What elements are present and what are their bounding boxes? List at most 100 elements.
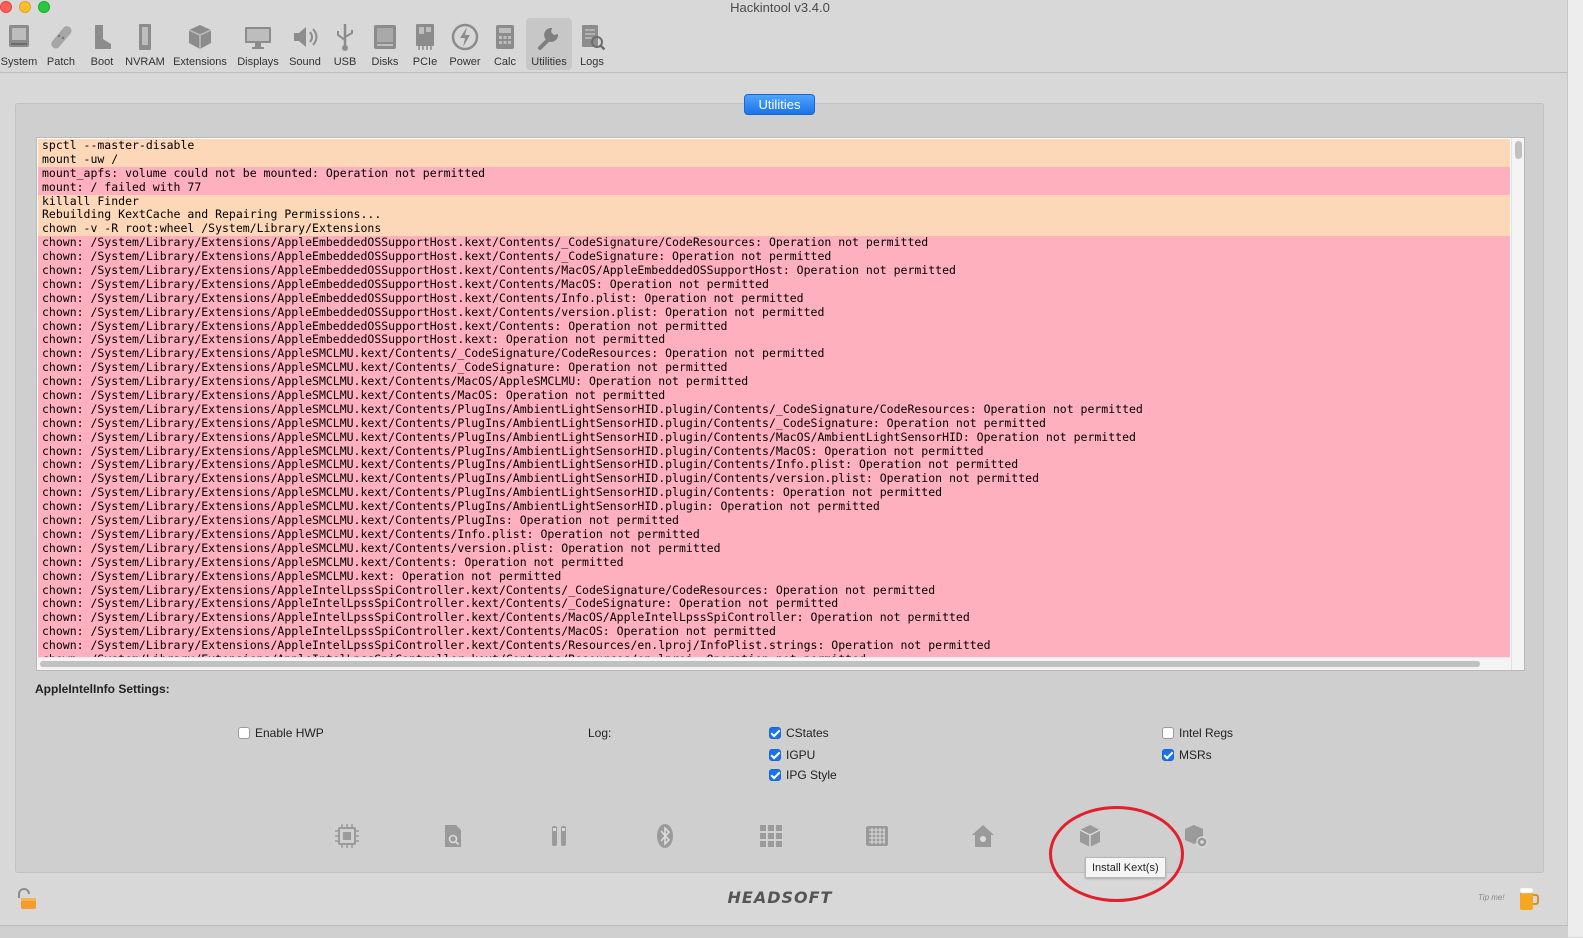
- ipg-style-checkbox[interactable]: IPG Style: [769, 768, 837, 782]
- displays-icon: [245, 27, 271, 49]
- toolbar-item-patch[interactable]: Patch: [42, 18, 80, 70]
- memory-chip-icon[interactable]: [863, 822, 891, 850]
- patch-icon: [51, 26, 72, 49]
- usb-ports-icon[interactable]: [545, 822, 573, 850]
- cstates-box[interactable]: [769, 727, 781, 739]
- toolbar-divider: [0, 72, 1568, 73]
- unlock-icon[interactable]: [14, 887, 40, 913]
- bluetooth-icon[interactable]: [651, 822, 679, 850]
- console-line: killall Finder: [38, 194, 1510, 209]
- enable-hwp-box[interactable]: [238, 727, 250, 739]
- console-line: chown: /System/Library/Extensions/AppleE…: [38, 264, 1510, 278]
- cpu-icon[interactable]: [333, 822, 361, 850]
- console-line: chown: /System/Library/Extensions/AppleI…: [38, 611, 1510, 626]
- toolbar-item-calc[interactable]: Calc: [487, 18, 523, 70]
- boot-icon: [95, 25, 111, 49]
- extensions-icon: [188, 25, 212, 49]
- cstates-checkbox[interactable]: CStates: [769, 726, 829, 740]
- title-bar: Hackintool v3.4.0: [0, 0, 1583, 16]
- beer-icon[interactable]: [1516, 883, 1540, 913]
- log-label: Log:: [588, 726, 612, 740]
- calc-icon: [496, 25, 514, 49]
- msrs-box[interactable]: [1162, 749, 1174, 761]
- console-line: chown: /System/Library/Extensions/AppleS…: [38, 347, 1510, 362]
- settings-title: AppleIntelInfo Settings:: [35, 682, 170, 696]
- console-line: chown: /System/Library/Extensions/AppleS…: [38, 458, 1510, 473]
- kext-settings-icon[interactable]: [1182, 822, 1210, 850]
- highlight-circle: [1049, 806, 1184, 902]
- console-line: mount -uw /: [38, 152, 1510, 167]
- console-line: chown: /System/Library/Extensions/AppleS…: [38, 527, 1510, 542]
- intel-regs-box[interactable]: [1162, 727, 1174, 739]
- console-line: chown: /System/Library/Extensions/AppleE…: [38, 250, 1510, 265]
- console-line: chown: /System/Library/Extensions/AppleS…: [38, 389, 1510, 403]
- disk-search-icon[interactable]: [439, 822, 467, 850]
- console-line: chown: /System/Library/Extensions/AppleS…: [38, 375, 1510, 390]
- toolbar-item-boot[interactable]: Boot: [84, 18, 120, 70]
- grid-icon[interactable]: [757, 822, 785, 850]
- igpu-label: IGPU: [786, 748, 816, 762]
- console-line: Rebuilding KextCache and Repairing Permi…: [38, 208, 1510, 223]
- toolbar-item-disks[interactable]: Disks: [366, 18, 404, 70]
- console-line: chown: /System/Library/Extensions/AppleS…: [38, 472, 1510, 487]
- toolbar-item-usb[interactable]: USB: [328, 18, 362, 70]
- toolbar: System Patch Boot NVRAM Extensions Displ…: [0, 16, 1583, 72]
- horizontal-scroll-thumb[interactable]: [40, 661, 1480, 667]
- console-line: chown: /System/Library/Extensions/AppleS…: [38, 514, 1510, 528]
- logs-icon: [582, 25, 606, 51]
- console-line: chown: /System/Library/Extensions/AppleI…: [38, 625, 1510, 640]
- toolbar-item-logs[interactable]: Logs: [575, 18, 609, 70]
- console-line: chown: /System/Library/Extensions/AppleS…: [38, 416, 1510, 431]
- window-title: Hackintool v3.4.0: [730, 0, 830, 15]
- igpu-box[interactable]: [769, 749, 781, 761]
- bottom-edge: [0, 925, 1568, 938]
- igpu-checkbox[interactable]: IGPU: [769, 748, 815, 762]
- home-icon[interactable]: [969, 822, 997, 850]
- usb-icon: [337, 24, 353, 51]
- toolbar-item-system[interactable]: System: [0, 18, 38, 70]
- console-line: chown: /System/Library/Extensions/AppleI…: [38, 639, 1510, 653]
- console-output[interactable]: spctl --master-disable mount -uw / mount_a…: [36, 137, 1525, 671]
- window-edge: [1567, 0, 1583, 937]
- console-line: chown: /System/Library/Extensions/AppleE…: [38, 236, 1510, 251]
- console-line: chown -v -R root:wheel /System/Library/E…: [38, 222, 1510, 237]
- console-line: chown: /System/Library/Extensions/AppleS…: [38, 444, 1510, 459]
- ipg-style-box[interactable]: [769, 769, 781, 781]
- toolbar-item-nvram[interactable]: NVRAM: [123, 18, 167, 70]
- utilities-icon: [538, 27, 559, 50]
- toolbar-item-displays[interactable]: Displays: [234, 18, 282, 70]
- vertical-scroll-thumb[interactable]: [1515, 141, 1522, 159]
- cstates-label: CStates: [786, 726, 829, 740]
- console-line: chown: /System/Library/Extensions/AppleE…: [38, 319, 1510, 334]
- console-line: chown: /System/Library/Extensions/AppleE…: [38, 333, 1510, 348]
- console-line: chown: /System/Library/Extensions/AppleS…: [38, 361, 1510, 376]
- console-line: chown: /System/Library/Extensions/AppleE…: [38, 291, 1510, 306]
- intel-regs-label: Intel Regs: [1179, 726, 1234, 740]
- intel-regs-checkbox[interactable]: Intel Regs: [1162, 726, 1233, 740]
- console-line: chown: /System/Library/Extensions/AppleI…: [38, 583, 1510, 598]
- console-line: chown: /System/Library/Extensions/AppleS…: [38, 555, 1510, 570]
- headsoft-logo: HEADSOFT: [727, 888, 833, 907]
- toolbar-item-pcie[interactable]: PCIe: [407, 18, 443, 70]
- console-vertical-scrollbar[interactable]: [1511, 138, 1524, 670]
- console-lines: spctl --master-disable mount -uw / mount_a…: [38, 139, 1510, 667]
- enable-hwp-checkbox[interactable]: Enable HWP: [238, 726, 324, 740]
- console-line: chown: /System/Library/Extensions/AppleS…: [38, 541, 1510, 556]
- toolbar-item-extensions[interactable]: Extensions: [170, 18, 230, 70]
- toolbar-item-sound[interactable]: Sound: [285, 18, 325, 70]
- msrs-checkbox[interactable]: MSRs: [1162, 748, 1212, 762]
- console-line: chown: /System/Library/Extensions/AppleS…: [38, 486, 1510, 501]
- tip-me-label[interactable]: Tip me!: [1478, 893, 1505, 902]
- toolbar-item-utilities[interactable]: Utilities: [526, 18, 572, 70]
- msrs-label: MSRs: [1179, 748, 1212, 762]
- console-line: chown: /System/Library/Extensions/AppleI…: [38, 597, 1510, 612]
- console-line: spctl --master-disable: [38, 139, 1510, 153]
- disks-icon: [374, 25, 396, 49]
- sound-icon: [294, 27, 318, 47]
- console-line: mount: / failed with 77: [38, 180, 1510, 195]
- console-line: chown: /System/Library/Extensions/AppleS…: [38, 430, 1510, 445]
- console-line: mount_apfs: volume could not be mounted:…: [38, 166, 1510, 181]
- toolbar-item-power[interactable]: Power: [446, 18, 484, 70]
- console-horizontal-scrollbar[interactable]: [37, 657, 1511, 670]
- utilities-section-button[interactable]: Utilities: [744, 94, 815, 115]
